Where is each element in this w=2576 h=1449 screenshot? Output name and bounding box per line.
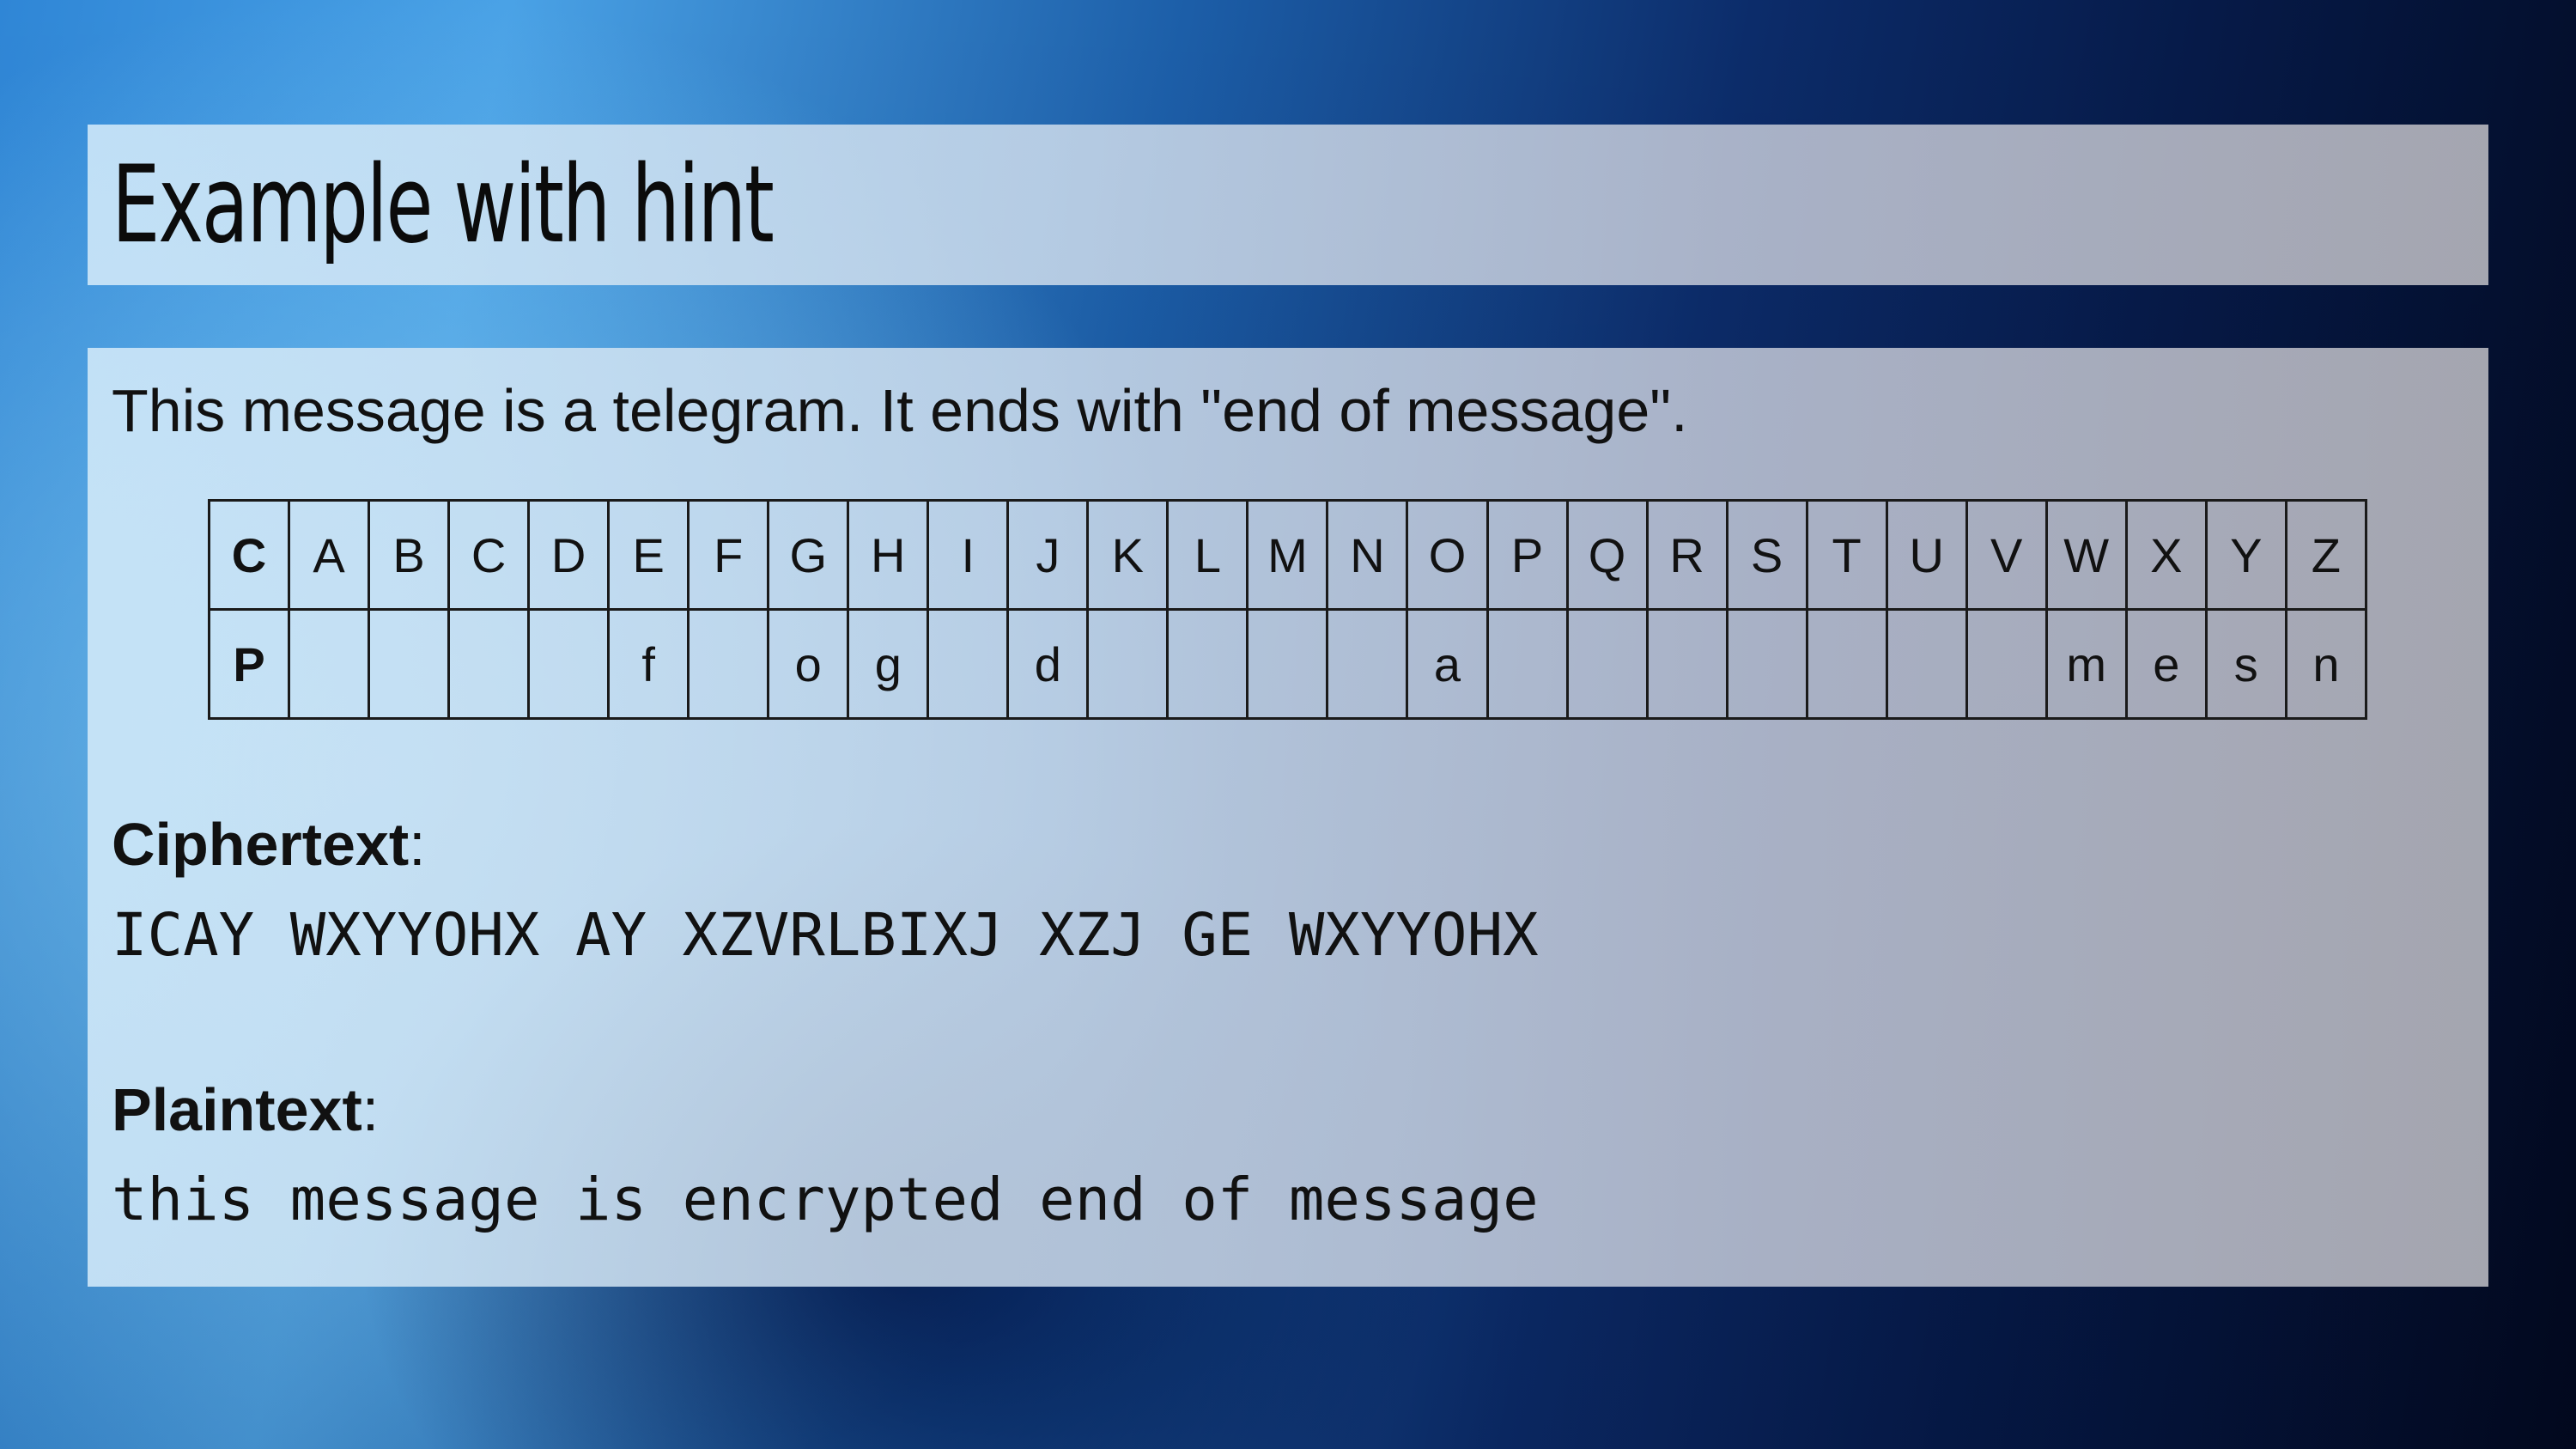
cipher-letter: W xyxy=(2044,499,2128,611)
cipher-letter: O xyxy=(1406,499,1489,611)
plain-letter: a xyxy=(1406,608,1489,720)
intro-text: This message is a telegram. It ends with… xyxy=(112,377,1688,444)
cipher-letter: E xyxy=(607,499,690,611)
cipher-letter: C xyxy=(447,499,531,611)
plain-letter xyxy=(1485,608,1569,720)
plain-row: P f o g d a m e s n xyxy=(207,608,2368,720)
plaintext-label: Plaintext xyxy=(112,1076,362,1143)
plain-letter xyxy=(927,608,1010,720)
cipher-letter: K xyxy=(1086,499,1170,611)
plain-letter xyxy=(368,608,451,720)
ciphertext-value: ICAY WXYYOHX AY XZVRLBIXJ XZJ GE WXYYOHX xyxy=(112,901,1539,970)
ciphertext-heading: Ciphertext: xyxy=(112,814,426,874)
plain-letter: m xyxy=(2044,608,2128,720)
substitution-table: C A B C D E F G H I J K L M N O P Q R S … xyxy=(207,499,2368,720)
cipher-letter: Y xyxy=(2204,499,2287,611)
cipher-letter: H xyxy=(847,499,930,611)
plain-letter xyxy=(1086,608,1170,720)
plain-letter: g xyxy=(847,608,930,720)
ciphertext-colon: : xyxy=(409,811,426,878)
cipher-letter: M xyxy=(1246,499,1329,611)
cipher-row-header: C xyxy=(207,499,291,611)
plain-letter xyxy=(288,608,371,720)
cipher-row: C A B C D E F G H I J K L M N O P Q R S … xyxy=(207,499,2368,611)
content-panel: This message is a telegram. It ends with… xyxy=(88,348,2488,1287)
cipher-letter: Z xyxy=(2284,499,2368,611)
cipher-letter: L xyxy=(1166,499,1249,611)
plain-letter xyxy=(527,608,611,720)
plain-letter: s xyxy=(2204,608,2287,720)
plain-letter xyxy=(687,608,770,720)
cipher-letter: F xyxy=(687,499,770,611)
plaintext-value: this message is encrypted end of message xyxy=(112,1166,1539,1234)
plaintext-heading: Plaintext: xyxy=(112,1080,379,1140)
cipher-letter: D xyxy=(527,499,611,611)
plain-letter: n xyxy=(2284,608,2368,720)
plain-letter: f xyxy=(607,608,690,720)
cipher-letter: A xyxy=(288,499,371,611)
cipher-letter: R xyxy=(1645,499,1728,611)
ciphertext-label: Ciphertext xyxy=(112,811,410,878)
cipher-letter: S xyxy=(1725,499,1808,611)
cipher-letter: J xyxy=(1006,499,1090,611)
plain-letter xyxy=(447,608,531,720)
plain-letter: o xyxy=(767,608,850,720)
plain-letter xyxy=(1565,608,1649,720)
plain-row-header: P xyxy=(207,608,291,720)
plaintext-colon: : xyxy=(361,1076,380,1143)
cipher-letter: V xyxy=(1965,499,2048,611)
plain-letter: e xyxy=(2124,608,2208,720)
plain-letter xyxy=(1805,608,1888,720)
cipher-letter: U xyxy=(1885,499,1968,611)
cipher-letter: B xyxy=(368,499,451,611)
cipher-letter: Q xyxy=(1565,499,1649,611)
slide-title: Example with hint xyxy=(112,143,775,267)
cipher-letter: X xyxy=(2124,499,2208,611)
title-panel: Example with hint xyxy=(88,125,2488,285)
cipher-letter: P xyxy=(1485,499,1569,611)
cipher-letter: N xyxy=(1326,499,1409,611)
plain-letter xyxy=(1885,608,1968,720)
plain-letter xyxy=(1326,608,1409,720)
plain-letter xyxy=(1246,608,1329,720)
plain-letter xyxy=(1166,608,1249,720)
plain-letter: d xyxy=(1006,608,1090,720)
cipher-letter: T xyxy=(1805,499,1888,611)
cipher-letter: G xyxy=(767,499,850,611)
plain-letter xyxy=(1965,608,2048,720)
plain-letter xyxy=(1645,608,1728,720)
cipher-letter: I xyxy=(927,499,1010,611)
plain-letter xyxy=(1725,608,1808,720)
